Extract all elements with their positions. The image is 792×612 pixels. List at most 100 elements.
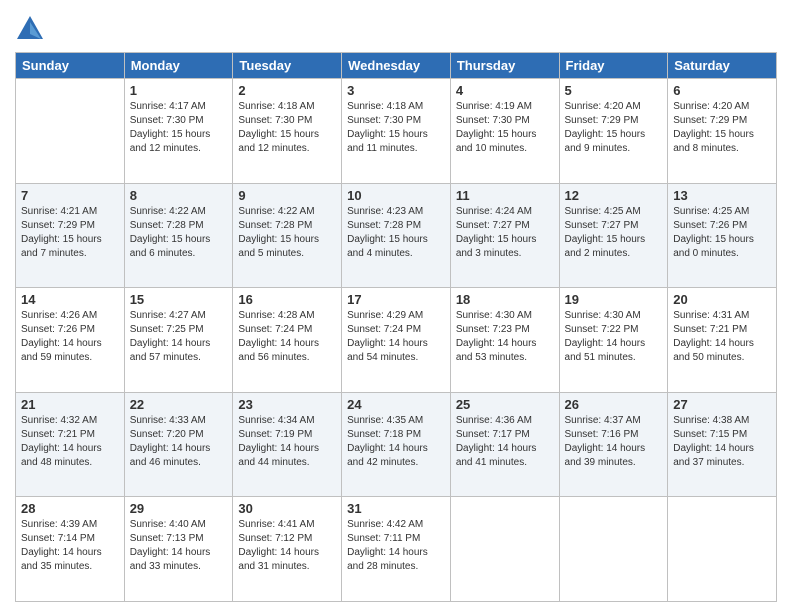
day-info: Sunrise: 4:26 AM Sunset: 7:26 PM Dayligh… [21,309,119,365]
day-info: Sunrise: 4:21 AM Sunset: 7:29 PM Dayligh… [21,205,119,261]
calendar-cell: 20Sunrise: 4:31 AM Sunset: 7:21 PM Dayli… [668,288,777,393]
day-info: Sunrise: 4:32 AM Sunset: 7:21 PM Dayligh… [21,414,119,470]
day-number: 5 [565,83,663,98]
day-info: Sunrise: 4:23 AM Sunset: 7:28 PM Dayligh… [347,205,445,261]
calendar-cell: 13 Sunrise: 4:25 AM Sunset: 7:26 PM Dayli… [668,183,777,288]
calendar-cell: 25Sunrise: 4:36 AM Sunset: 7:17 PM Dayli… [450,392,559,497]
day-number: 28 [21,501,119,516]
day-number: 16 [238,292,336,307]
calendar-cell [668,497,777,602]
day-number: 31 [347,501,445,516]
calendar-cell: 15 Sunrise: 4:27 AM Sunset: 7:25 PM Dayli… [124,288,233,393]
day-info: Sunrise: 4:24 AM Sunset: 7:27 PM Dayligh… [456,205,554,261]
weekday-header: Monday [124,53,233,79]
day-info: Sunrise: 4:39 AM Sunset: 7:14 PM Dayligh… [21,518,119,574]
day-info: Sunrise: 4:25 AM Sunset: 7:27 PM Dayligh… [565,205,663,261]
day-info: Sunrise: 4:17 AM Sunset: 7:30 PM Dayligh… [130,100,228,156]
calendar-cell: 16 Sunrise: 4:28 AM Sunset: 7:24 PM Dayli… [233,288,342,393]
day-number: 4 [456,83,554,98]
calendar-cell: 11 Sunrise: 4:24 AM Sunset: 7:27 PM Dayli… [450,183,559,288]
day-number: 27 [673,397,771,412]
day-number: 10 [347,188,445,203]
weekday-header: Wednesday [342,53,451,79]
calendar-cell: 29 Sunrise: 4:40 AM Sunset: 7:13 PM Dayli… [124,497,233,602]
weekday-header: Tuesday [233,53,342,79]
calendar-cell: 2Sunrise: 4:18 AM Sunset: 7:30 PM Daylig… [233,79,342,184]
weekday-header: Thursday [450,53,559,79]
day-info: Sunrise: 4:22 AM Sunset: 7:28 PM Dayligh… [130,205,228,261]
day-info: Sunrise: 4:31 AM Sunset: 7:21 PM Dayligh… [673,309,771,365]
day-number: 3 [347,83,445,98]
day-info: Sunrise: 4:20 AM Sunset: 7:29 PM Dayligh… [565,100,663,156]
weekday-header: Sunday [16,53,125,79]
page: SundayMondayTuesdayWednesdayThursdayFrid… [0,0,792,612]
calendar-week-row: 7 Sunrise: 4:21 AM Sunset: 7:29 PM Daylig… [16,183,777,288]
calendar-week-row: 21 Sunrise: 4:32 AM Sunset: 7:21 PM Dayli… [16,392,777,497]
day-number: 12 [565,188,663,203]
day-info: Sunrise: 4:25 AM Sunset: 7:26 PM Dayligh… [673,205,771,261]
day-info: Sunrise: 4:41 AM Sunset: 7:12 PM Dayligh… [238,518,336,574]
day-number: 23 [238,397,336,412]
day-info: Sunrise: 4:18 AM Sunset: 7:30 PM Dayligh… [347,100,445,156]
day-info: Sunrise: 4:28 AM Sunset: 7:24 PM Dayligh… [238,309,336,365]
day-number: 29 [130,501,228,516]
day-number: 13 [673,188,771,203]
day-number: 22 [130,397,228,412]
calendar-cell: 9 Sunrise: 4:22 AM Sunset: 7:28 PM Daylig… [233,183,342,288]
calendar-cell: 17 Sunrise: 4:29 AM Sunset: 7:24 PM Dayli… [342,288,451,393]
day-info: Sunrise: 4:18 AM Sunset: 7:30 PM Dayligh… [238,100,336,156]
day-number: 7 [21,188,119,203]
calendar-table: SundayMondayTuesdayWednesdayThursdayFrid… [15,52,777,602]
day-number: 1 [130,83,228,98]
calendar-cell: 18Sunrise: 4:30 AM Sunset: 7:23 PM Dayli… [450,288,559,393]
logo-icon [15,14,45,44]
day-info: Sunrise: 4:22 AM Sunset: 7:28 PM Dayligh… [238,205,336,261]
day-number: 19 [565,292,663,307]
day-info: Sunrise: 4:19 AM Sunset: 7:30 PM Dayligh… [456,100,554,156]
calendar-cell: 12 Sunrise: 4:25 AM Sunset: 7:27 PM Dayli… [559,183,668,288]
calendar-cell: 22 Sunrise: 4:33 AM Sunset: 7:20 PM Dayli… [124,392,233,497]
calendar-cell: 7 Sunrise: 4:21 AM Sunset: 7:29 PM Daylig… [16,183,125,288]
calendar-week-row: 1 Sunrise: 4:17 AM Sunset: 7:30 PM Daylig… [16,79,777,184]
calendar-cell: 6 Sunrise: 4:20 AM Sunset: 7:29 PM Daylig… [668,79,777,184]
day-number: 25 [456,397,554,412]
calendar-cell: 23 Sunrise: 4:34 AM Sunset: 7:19 PM Dayli… [233,392,342,497]
calendar-cell: 19Sunrise: 4:30 AM Sunset: 7:22 PM Dayli… [559,288,668,393]
calendar-cell: 27 Sunrise: 4:38 AM Sunset: 7:15 PM Dayli… [668,392,777,497]
calendar-cell [16,79,125,184]
day-info: Sunrise: 4:34 AM Sunset: 7:19 PM Dayligh… [238,414,336,470]
day-number: 6 [673,83,771,98]
day-info: Sunrise: 4:42 AM Sunset: 7:11 PM Dayligh… [347,518,445,574]
weekday-header: Saturday [668,53,777,79]
day-info: Sunrise: 4:20 AM Sunset: 7:29 PM Dayligh… [673,100,771,156]
calendar-header-row: SundayMondayTuesdayWednesdayThursdayFrid… [16,53,777,79]
calendar-cell: 31 Sunrise: 4:42 AM Sunset: 7:11 PM Dayli… [342,497,451,602]
calendar-cell: 3 Sunrise: 4:18 AM Sunset: 7:30 PM Daylig… [342,79,451,184]
day-info: Sunrise: 4:29 AM Sunset: 7:24 PM Dayligh… [347,309,445,365]
day-info: Sunrise: 4:40 AM Sunset: 7:13 PM Dayligh… [130,518,228,574]
calendar-cell: 28 Sunrise: 4:39 AM Sunset: 7:14 PM Dayli… [16,497,125,602]
day-info: Sunrise: 4:38 AM Sunset: 7:15 PM Dayligh… [673,414,771,470]
calendar-cell: 1 Sunrise: 4:17 AM Sunset: 7:30 PM Daylig… [124,79,233,184]
calendar-cell: 10 Sunrise: 4:23 AM Sunset: 7:28 PM Dayli… [342,183,451,288]
day-info: Sunrise: 4:33 AM Sunset: 7:20 PM Dayligh… [130,414,228,470]
header [15,10,777,44]
day-number: 11 [456,188,554,203]
calendar-cell: 4 Sunrise: 4:19 AM Sunset: 7:30 PM Daylig… [450,79,559,184]
calendar-week-row: 14 Sunrise: 4:26 AM Sunset: 7:26 PM Dayli… [16,288,777,393]
logo [15,14,49,44]
calendar-cell [450,497,559,602]
calendar-cell: 24 Sunrise: 4:35 AM Sunset: 7:18 PM Dayli… [342,392,451,497]
calendar-cell: 8Sunrise: 4:22 AM Sunset: 7:28 PM Daylig… [124,183,233,288]
day-number: 9 [238,188,336,203]
day-number: 15 [130,292,228,307]
calendar-cell: 26Sunrise: 4:37 AM Sunset: 7:16 PM Dayli… [559,392,668,497]
calendar-cell: 30Sunrise: 4:41 AM Sunset: 7:12 PM Dayli… [233,497,342,602]
day-number: 14 [21,292,119,307]
day-number: 21 [21,397,119,412]
day-number: 24 [347,397,445,412]
day-number: 17 [347,292,445,307]
day-info: Sunrise: 4:30 AM Sunset: 7:23 PM Dayligh… [456,309,554,365]
day-info: Sunrise: 4:27 AM Sunset: 7:25 PM Dayligh… [130,309,228,365]
day-info: Sunrise: 4:35 AM Sunset: 7:18 PM Dayligh… [347,414,445,470]
